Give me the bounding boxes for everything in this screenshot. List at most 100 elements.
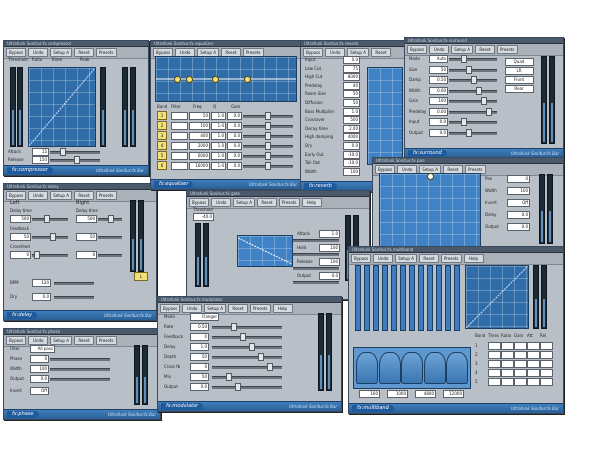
band-toggle-3[interactable]: 3 xyxy=(157,131,167,140)
band-toggle-2[interactable]: 2 xyxy=(157,121,167,130)
mod-value-5[interactable]: 0 xyxy=(190,363,209,371)
left-delay-slider[interactable] xyxy=(32,218,68,221)
reverb-value-1[interactable]: 75 xyxy=(343,64,360,73)
reverb-value-0[interactable]: 0.0 xyxy=(343,56,360,64)
mb-cell-0-3[interactable] xyxy=(514,342,527,350)
mod-value-6[interactable]: 50 xyxy=(190,373,209,381)
presets-button[interactable]: Presets xyxy=(249,304,271,313)
link-button[interactable]: L xyxy=(134,272,148,281)
mb-cell-4-4[interactable] xyxy=(527,378,540,386)
gate-slider-4[interactable] xyxy=(293,281,339,284)
mod-slider-handle-4[interactable] xyxy=(258,353,264,361)
dry-value[interactable]: 0.0 xyxy=(32,293,51,301)
phase-value[interactable]: 0 xyxy=(30,355,49,363)
undo-button[interactable]: Undo xyxy=(28,48,49,57)
mod-slider-3[interactable] xyxy=(212,346,282,349)
band-region-5[interactable] xyxy=(446,352,468,384)
surround-slider-0[interactable] xyxy=(449,58,497,61)
setup-button[interactable]: Setup A xyxy=(395,254,417,263)
mb-cell-3-3[interactable] xyxy=(514,369,527,377)
reverb-value-10[interactable]: 0.0 xyxy=(343,142,360,150)
mb-cell-1-4[interactable] xyxy=(527,351,540,359)
help-button[interactable]: Help xyxy=(272,304,293,313)
mod-slider-handle-7[interactable] xyxy=(235,383,241,391)
mb-cell-4-1[interactable] xyxy=(488,378,501,386)
reset-button[interactable]: Reset xyxy=(73,336,94,345)
mb-cell-0-4[interactable] xyxy=(527,342,540,350)
undo-button[interactable]: Undo xyxy=(28,191,49,200)
undo-button[interactable]: Undo xyxy=(429,45,450,54)
mb-cell-4-5[interactable] xyxy=(540,378,553,386)
mod-slider-handle-1[interactable] xyxy=(231,323,237,331)
tempo-slider[interactable] xyxy=(54,282,94,285)
reverb-value-3[interactable]: 40 xyxy=(343,81,360,90)
left-feedback-handle[interactable] xyxy=(50,233,56,241)
reverb-value-12[interactable]: -10.0 xyxy=(343,159,360,168)
mod-value-1[interactable]: 0.50 xyxy=(190,323,209,331)
gain-slider-handle-5[interactable] xyxy=(265,152,271,160)
gate-value-2[interactable]: 100 xyxy=(319,244,340,252)
band-region-4[interactable] xyxy=(423,352,446,384)
surround-value-6[interactable]: 0.0 xyxy=(429,118,448,126)
crossover-freq-4[interactable]: 12000 xyxy=(443,390,464,398)
pan-value-0[interactable]: 0 xyxy=(507,175,530,183)
width-value[interactable]: 100 xyxy=(30,365,49,373)
surround-mode-0[interactable]: Quad xyxy=(505,58,534,66)
left-crossfeed-value[interactable]: 0 xyxy=(10,251,31,259)
surround-slider-4[interactable] xyxy=(449,100,497,103)
mb-cell-1-3[interactable] xyxy=(514,351,527,359)
band-toggle-5[interactable]: 5 xyxy=(157,151,167,160)
mb-cell-1-5[interactable] xyxy=(540,351,553,359)
bypass-button[interactable]: Bypass xyxy=(303,48,324,57)
right-delay-handle[interactable] xyxy=(108,215,114,223)
crossover-freq-2[interactable]: 1000 xyxy=(387,390,408,398)
pan-position-node[interactable] xyxy=(427,173,434,180)
right-delay-value[interactable]: 500 xyxy=(76,215,97,223)
q-value-5[interactable]: 1.0 xyxy=(211,152,226,160)
reset-button[interactable]: Reset xyxy=(256,198,277,207)
bypass-button[interactable]: Bypass xyxy=(6,336,27,345)
mod-slider-handle-6[interactable] xyxy=(226,373,232,381)
left-crossfeed-handle[interactable] xyxy=(34,251,40,259)
eq-node-4[interactable] xyxy=(244,76,251,83)
band-toggle-1[interactable]: 1 xyxy=(157,111,167,120)
gain-slider-handle-3[interactable] xyxy=(265,132,271,140)
presets-button[interactable]: Presets xyxy=(95,336,117,345)
gain-value-6[interactable]: 0.0 xyxy=(227,162,242,170)
pan-value-4[interactable]: 0.0 xyxy=(507,223,530,231)
mod-value-4[interactable]: 50 xyxy=(190,353,209,361)
mod-value-0[interactable]: Flanger xyxy=(190,313,219,321)
filter-type-6[interactable] xyxy=(171,162,188,170)
reverb-value-4[interactable]: 50 xyxy=(343,90,360,99)
help-button[interactable]: Help xyxy=(301,198,322,207)
mod-slider-1[interactable] xyxy=(212,326,282,329)
mb-cell-3-1[interactable] xyxy=(488,369,501,377)
mb-cell-1-1[interactable] xyxy=(488,351,501,359)
help-button[interactable]: Help xyxy=(463,254,484,263)
mod-value-3[interactable]: 1.0 xyxy=(190,343,209,351)
gate-slider-1[interactable] xyxy=(293,239,339,242)
bypass-button[interactable]: Bypass xyxy=(6,191,27,200)
freq-value-2[interactable]: 100 xyxy=(189,122,210,130)
freq-value-6[interactable]: 16000 xyxy=(189,162,210,170)
band-region-3[interactable] xyxy=(401,352,423,384)
band-region-1[interactable] xyxy=(356,352,378,384)
undo-button[interactable]: Undo xyxy=(373,254,394,263)
surround-mode-2[interactable]: Front xyxy=(505,76,534,84)
mb-cell-0-5[interactable] xyxy=(540,342,553,350)
q-value-6[interactable]: 1.0 xyxy=(211,162,226,170)
freq-value-4[interactable]: 2000 xyxy=(189,142,210,150)
mb-cell-2-5[interactable] xyxy=(540,360,553,368)
reset-button[interactable]: Reset xyxy=(370,48,391,57)
mod-slider-2[interactable] xyxy=(212,336,282,339)
reverb-value-7[interactable]: 500 xyxy=(343,116,360,125)
mod-slider-7[interactable] xyxy=(212,386,282,389)
filter-select[interactable]: All pass xyxy=(30,345,55,353)
eq-node-3[interactable] xyxy=(212,76,219,83)
mb-cell-2-2[interactable] xyxy=(501,360,514,368)
mod-value-2[interactable]: 0 xyxy=(190,333,209,341)
freq-value-5[interactable]: 6000 xyxy=(189,152,210,160)
surround-slider-handle-4[interactable] xyxy=(481,97,487,105)
surround-slider-handle-0[interactable] xyxy=(461,55,467,63)
band-region-2[interactable] xyxy=(378,352,401,384)
